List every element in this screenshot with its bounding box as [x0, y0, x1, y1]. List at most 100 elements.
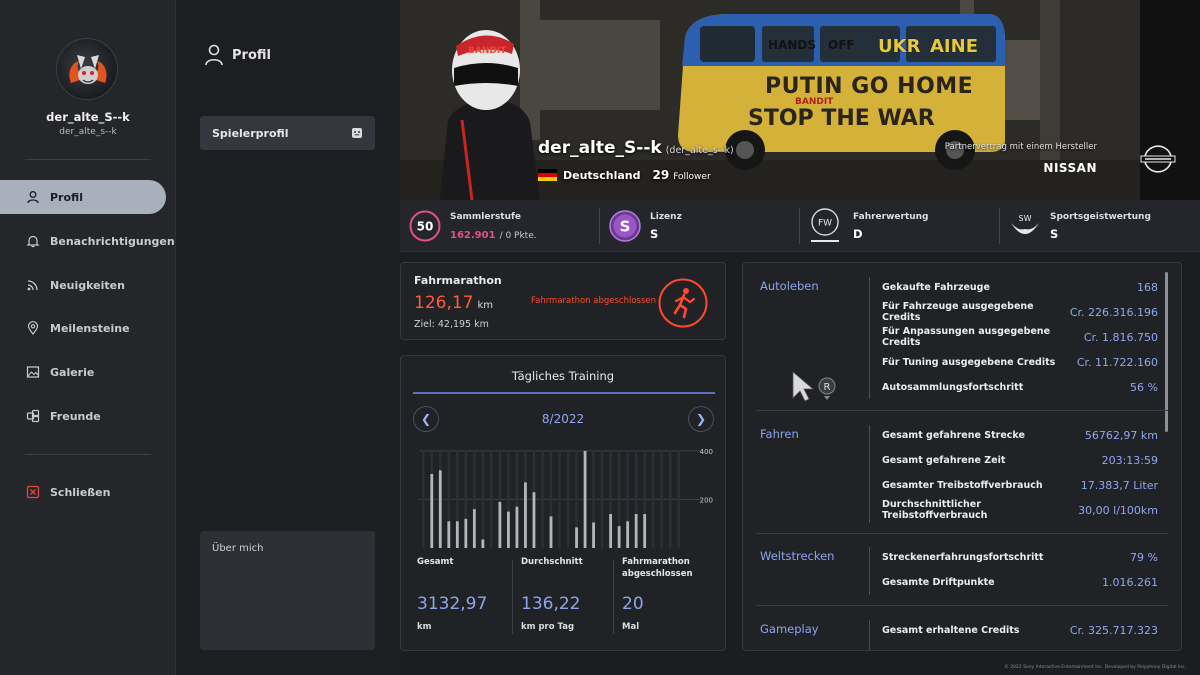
sidebar-item-meilensteine[interactable]: Meilensteine	[0, 311, 166, 345]
chart-bar	[430, 473, 434, 548]
records-scrollbar[interactable]	[1165, 272, 1168, 432]
cursor-badge-text: R	[824, 382, 831, 393]
records-category-weltstrecken: Weltstrecken	[760, 549, 835, 563]
person-icon	[205, 44, 223, 66]
collector-points-suffix: / 0 Pkte.	[499, 230, 537, 241]
sidebar-item-galerie[interactable]: Galerie	[0, 355, 166, 389]
chart-bar	[609, 514, 613, 548]
stats-row: 50 Sammlerstufe 162.901 / 0 Pkte. S Lize…	[400, 200, 1200, 252]
stat-value: D	[853, 226, 863, 241]
stat-value: S	[650, 226, 659, 241]
records-category-line	[869, 547, 870, 595]
chart-bar	[549, 516, 553, 548]
chart-bar	[524, 482, 527, 548]
record-value: 30,00 l/100km	[1078, 503, 1158, 517]
chart-bar	[455, 521, 459, 548]
nissan-logo-icon	[1140, 145, 1176, 173]
records-row: Durchschnittlicher Treibstoffverbrauch 30…	[882, 499, 1158, 521]
record-value: 1.016.261	[1102, 575, 1158, 589]
van-text-hands: HANDS	[768, 38, 816, 52]
fahrmarathon-unit: km	[477, 300, 494, 311]
record-value: 17.383,7 Liter	[1080, 478, 1158, 492]
chart-bar	[583, 450, 587, 548]
record-value: Cr. 11.722.160	[1076, 355, 1158, 369]
records-divider	[756, 410, 1168, 411]
follower-label: Follower	[673, 172, 711, 182]
stat-sportsgeist[interactable]: SW Sportsgeistwertung S	[1008, 200, 1151, 252]
records-row: Gesamter Treibstoffverbrauch 17.383,7 Lit…	[882, 478, 1158, 492]
bell-icon	[26, 234, 40, 248]
training-bar-chart: 200 400	[419, 448, 713, 548]
avatar[interactable]	[56, 38, 118, 100]
chart-y-tick-label: 200	[700, 496, 713, 504]
about-me-label: Über mich	[212, 543, 264, 554]
record-key: Gekaufte Fahrzeuge	[882, 281, 990, 293]
record-key: Gesamt gefahrene Zeit	[882, 454, 1006, 466]
fahrmarathon-number: 126,17	[414, 293, 474, 313]
chart-bar	[438, 470, 442, 548]
sidebar-item-freunde[interactable]: Freunde	[0, 399, 166, 433]
license-badge-icon: S	[609, 210, 641, 242]
record-value: 168	[1137, 280, 1158, 294]
training-average-value: 136,22	[521, 594, 581, 614]
friends-icon	[26, 409, 40, 423]
sidebar-divider	[25, 454, 151, 455]
chart-bar	[464, 518, 468, 548]
training-average-unit: km pro Tag	[521, 622, 575, 632]
sidebar-item-schliessen[interactable]: Schließen	[0, 475, 166, 509]
germany-flag-icon	[538, 169, 557, 181]
record-key: Streckenerfahrungsfortschritt	[882, 551, 1044, 563]
spielerprofil-button[interactable]: Spielerprofil	[200, 116, 375, 150]
sidebar-item-profil[interactable]: Profil	[0, 180, 166, 214]
record-value: 56 %	[1130, 380, 1158, 394]
record-key: Für Anpassungen ausgegebene Credits	[882, 326, 1051, 348]
records-card[interactable]: Autoleben Gekaufte Fahrzeuge 168 Für Fahr…	[742, 262, 1182, 651]
van-text-ukr: UKR	[878, 36, 921, 57]
records-category-fahren: Fahren	[760, 427, 799, 441]
stat-value: 162.901 / 0 Pkte.	[450, 227, 537, 241]
sportsmanship-badge: SW	[1019, 214, 1032, 223]
training-tab-underline	[413, 392, 715, 394]
training-average: Durchschnitt 136,22 km pro Tag	[521, 556, 583, 632]
training-average-label: Durchschnitt	[521, 557, 583, 567]
record-key: Für Fahrzeuge ausgegebene Credits	[882, 301, 1034, 323]
training-marathon-label: Fahrmarathon abgeschlossen	[622, 557, 693, 579]
driver-rating-badge: FW	[818, 219, 832, 229]
chart-bar	[575, 527, 578, 548]
record-key: Gesamt gefahrene Strecke	[882, 429, 1025, 441]
chevron-right-icon: ❯	[695, 412, 707, 426]
record-key: Gesamt erhaltene Credits	[882, 624, 1020, 636]
sportsmanship-icon: SW	[1011, 214, 1039, 234]
record-value: 56762,97 km	[1084, 428, 1158, 442]
sidebar-item-neuigkeiten[interactable]: Neuigkeiten	[0, 268, 166, 302]
records-category-gameplay: Gameplay	[760, 622, 819, 636]
stat-lizenz[interactable]: S Lizenz S	[608, 200, 682, 252]
records-row: Gesamt gefahrene Zeit 203:13:59	[882, 453, 1158, 467]
next-month-button[interactable]: ❯	[688, 406, 714, 432]
sidebar-item-benachrichtigungen[interactable]: Benachrichtigungen	[0, 224, 175, 258]
follower-count[interactable]: 29 Follower	[652, 168, 710, 182]
avatar-image	[69, 55, 107, 84]
record-key: Durchschnittlicher Treibstoffverbrauch	[882, 499, 988, 521]
about-me-box[interactable]: Über mich	[200, 531, 375, 650]
training-title: Tägliches Training	[511, 369, 615, 383]
sidebar-username-sub: der_alte_s--k	[59, 127, 117, 137]
record-key: Autosammlungsfortschritt	[882, 381, 1024, 393]
sidebar-item-label: Profil	[50, 190, 83, 204]
collector-level-text: 50	[417, 220, 434, 234]
country-label: Deutschland	[563, 168, 641, 182]
chart-bar	[634, 514, 638, 548]
page-title-label: Profil	[232, 47, 271, 63]
stat-fahrerwertung[interactable]: FW Fahrerwertung D	[807, 200, 929, 252]
records-category-autoleben: Autoleben	[760, 279, 819, 293]
stat-sammlerstufe[interactable]: 50 Sammlerstufe 162.901 / 0 Pkte.	[408, 200, 537, 252]
van-text-off: OFF	[828, 38, 855, 52]
rss-icon	[26, 278, 40, 292]
chart-bar	[592, 522, 595, 548]
manufacturer-name: NISSAN	[1043, 161, 1097, 175]
face-icon	[352, 128, 362, 138]
pointer-cursor-icon: R	[792, 371, 836, 402]
fahrmarathon-card[interactable]: Fahrmarathon 126,17 km Ziel: 42,195 km Fa…	[400, 262, 726, 340]
collector-points: 162.901	[450, 229, 496, 241]
sidebar-item-label: Neuigkeiten	[50, 278, 125, 292]
